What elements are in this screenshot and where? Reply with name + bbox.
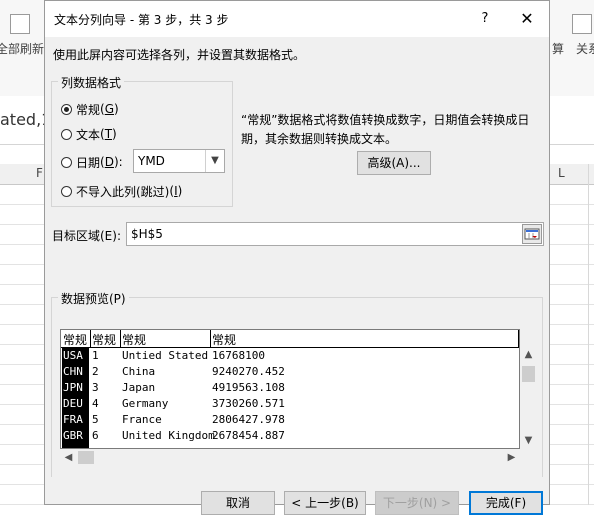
preview-horizontal-scrollbar[interactable]: ◀ ▶: [60, 449, 520, 466]
radio-date-key: D: [104, 155, 114, 169]
preview-cell: GBR: [63, 429, 83, 442]
dialog-titlebar[interactable]: 文本分列向导 - 第 3 步，共 3 步 ? ✕: [45, 1, 549, 37]
preview-cell: 4919563.108: [212, 381, 285, 394]
ribbon-calc-label[interactable]: 算: [552, 40, 564, 57]
radio-skip[interactable]: 不导入此列(跳过)(I): [61, 182, 182, 200]
advanced-button[interactable]: 高级(A)...: [357, 151, 431, 175]
column-header-f[interactable]: F: [36, 166, 43, 180]
preview-cell: DEU: [63, 397, 83, 410]
target-area-input[interactable]: $H$5: [126, 222, 544, 246]
date-format-select[interactable]: YMD ▼: [133, 149, 225, 173]
preview-cell: Germany: [122, 397, 169, 410]
preview-cell: 1: [92, 349, 99, 362]
next-button[interactable]: 下一步(N) >: [375, 491, 459, 515]
close-icon[interactable]: ✕: [517, 9, 537, 29]
radio-text-key: T: [104, 127, 113, 141]
preview-cell: 16768100: [212, 349, 265, 362]
cancel-button[interactable]: 取消: [201, 491, 275, 515]
data-preview-grid[interactable]: 常规 常规 常规 常规 USA 1 Untied Stated 16768100…: [60, 329, 520, 449]
preview-cell: CHN: [63, 365, 83, 378]
preview-cell: USA: [63, 349, 83, 362]
preview-col-separator: [90, 330, 91, 347]
preview-col-header[interactable]: 常规: [92, 331, 116, 348]
preview-col-header[interactable]: 常规: [212, 331, 236, 348]
radio-text-label: 文本: [76, 127, 101, 142]
preview-cell: JPN: [63, 381, 83, 394]
preview-cell: 2: [92, 365, 99, 378]
radio-general-label: 常规: [76, 102, 101, 117]
preview-cell: 4: [92, 397, 99, 410]
preview-cell: United Kingdom: [122, 429, 215, 442]
column-format-group-title: 列数据格式: [58, 74, 125, 91]
radio-skip-key: I: [174, 184, 178, 198]
preview-col-header[interactable]: 常规: [63, 331, 87, 348]
text-to-columns-wizard-dialog: 文本分列向导 - 第 3 步，共 3 步 ? ✕ 使用此屏内容可选择各列，并设置…: [44, 0, 550, 515]
date-format-value: YMD: [138, 154, 165, 168]
scroll-up-icon[interactable]: ▲: [520, 346, 537, 363]
grid-line: [588, 164, 589, 505]
radio-general-indicator[interactable]: [61, 103, 72, 115]
target-area-value: $H$5: [131, 227, 163, 241]
target-area-label: 目标区域(E):: [52, 229, 121, 243]
radio-text[interactable]: 文本(T): [61, 125, 117, 143]
radio-general-key: G: [104, 102, 115, 116]
dialog-title: 文本分列向导 - 第 3 步，共 3 步: [54, 13, 229, 27]
preview-cell: 3730260.571: [212, 397, 285, 410]
preview-cell: FRA: [63, 413, 83, 426]
preview-col-separator: [120, 330, 121, 347]
data-preview-title: 数据预览(P): [58, 290, 129, 307]
help-icon[interactable]: ?: [475, 9, 495, 29]
radio-date-label: 日期: [76, 155, 101, 170]
preview-cell: 9240270.452: [212, 365, 285, 378]
preview-cell: 2678454.887: [212, 429, 285, 442]
finish-button[interactable]: 完成(F): [469, 491, 543, 515]
chevron-down-icon[interactable]: ▼: [205, 150, 224, 172]
column-format-group: 列数据格式 常规(G) 文本(T) 日期(D): 不导入此列(跳过)(I): [51, 74, 233, 207]
preview-col-header[interactable]: 常规: [122, 331, 146, 348]
range-select-icon: [524, 228, 540, 240]
collapse-dialog-button[interactable]: [522, 224, 542, 244]
preview-cell: France: [122, 413, 162, 426]
dialog-description: 使用此屏内容可选择各列，并设置其数据格式。: [53, 48, 306, 62]
radio-general[interactable]: 常规(G): [61, 100, 119, 118]
radio-date[interactable]: 日期(D):: [61, 153, 123, 171]
scroll-down-icon[interactable]: ▼: [520, 432, 537, 449]
relations-icon: [572, 14, 592, 34]
preview-cell: Untied Stated: [122, 349, 209, 362]
radio-text-indicator[interactable]: [61, 128, 72, 140]
preview-vertical-scrollbar[interactable]: ▲ ▼: [520, 346, 537, 449]
radio-date-indicator[interactable]: [61, 156, 72, 168]
radio-skip-label: 不导入此列(跳过): [76, 184, 170, 199]
back-button[interactable]: < 上一步(B): [284, 491, 366, 515]
scroll-left-icon[interactable]: ◀: [60, 449, 77, 466]
format-note: “常规”数据格式将数值转换成数字，日期值会转换成日期，其余数据则转换成文本。: [241, 113, 530, 146]
ribbon-refresh-all-label[interactable]: 全部刷新: [0, 40, 44, 57]
preview-cell: Japan: [122, 381, 156, 394]
preview-col-separator: [210, 330, 211, 347]
preview-cell: 2806427.978: [212, 413, 285, 426]
column-header-l[interactable]: L: [558, 166, 565, 180]
preview-cell: 3: [92, 381, 99, 394]
refresh-all-icon: [10, 14, 30, 34]
preview-cell: China: [122, 365, 156, 378]
horizontal-scroll-thumb[interactable]: [78, 451, 94, 464]
preview-cell: 6: [92, 429, 99, 442]
preview-header-row: 常规 常规 常规 常规: [61, 330, 519, 348]
vertical-scroll-thumb[interactable]: [522, 366, 535, 382]
preview-cell: 5: [92, 413, 99, 426]
preview-col-separator: [518, 330, 519, 347]
scroll-right-icon[interactable]: ▶: [503, 449, 520, 466]
ribbon-relations-label[interactable]: 关系: [576, 40, 594, 57]
radio-skip-indicator[interactable]: [61, 185, 72, 197]
